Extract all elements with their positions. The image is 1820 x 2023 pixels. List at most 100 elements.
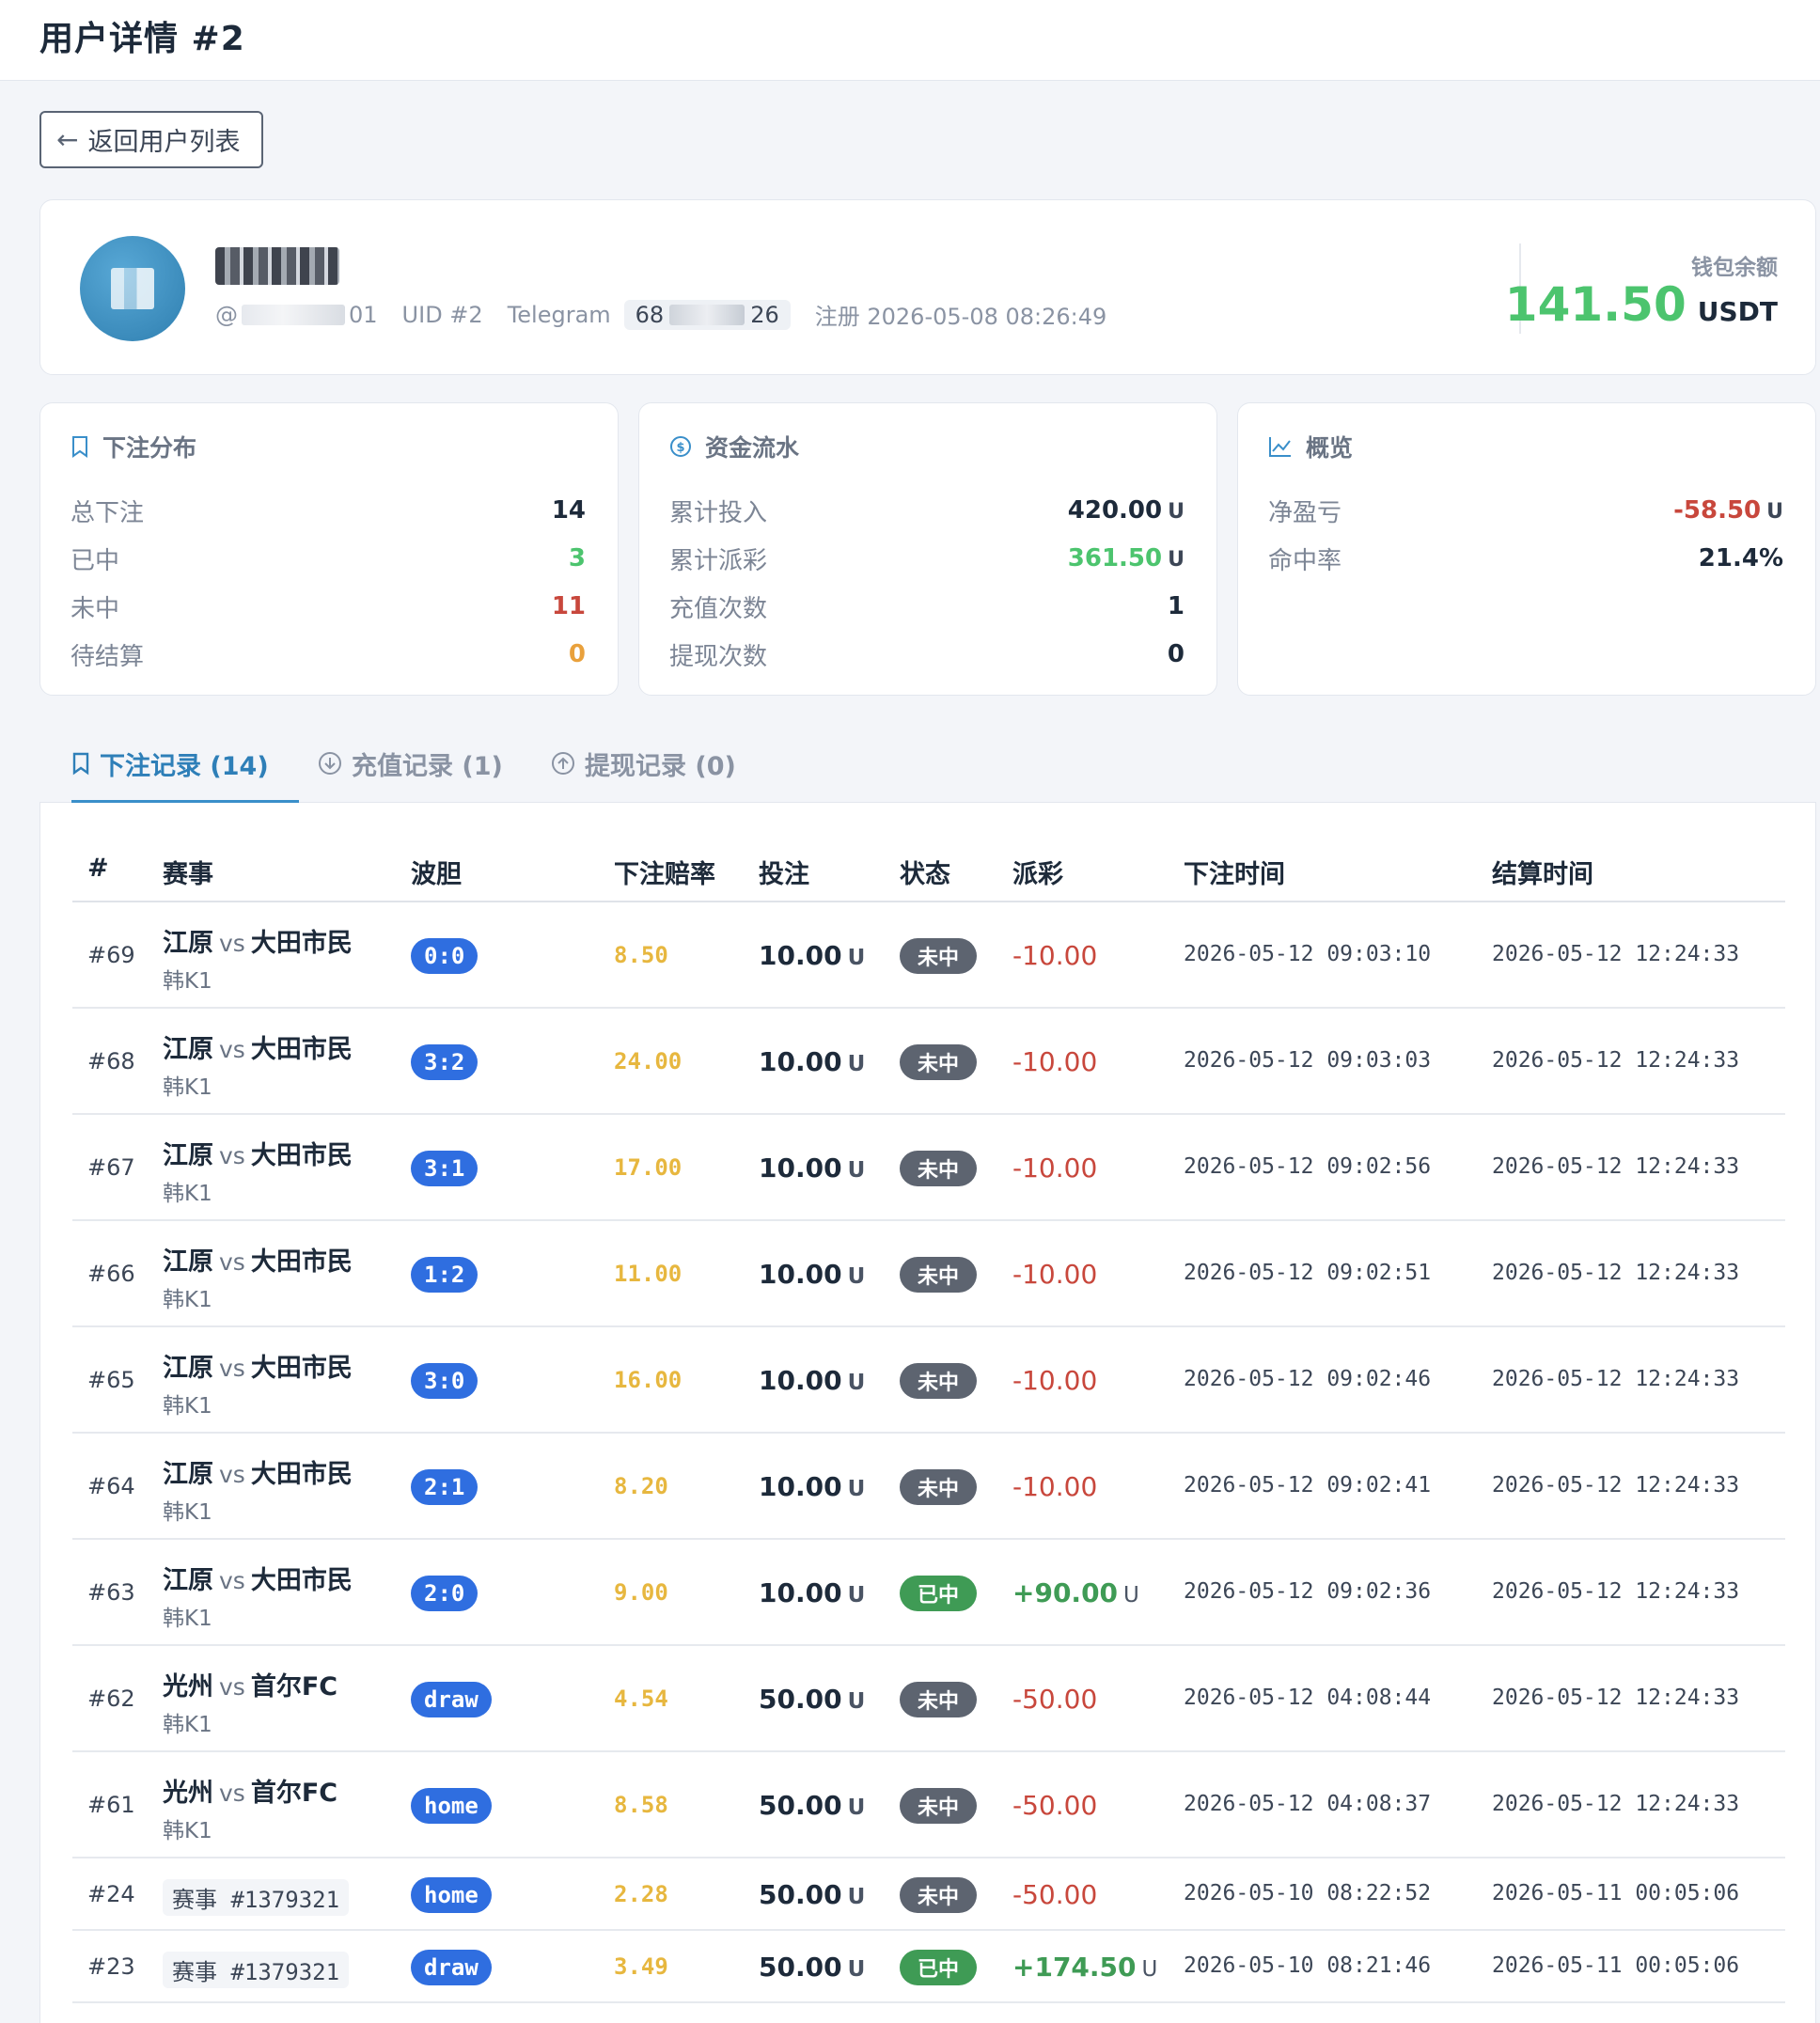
- status-badge: 未中: [900, 1043, 977, 1080]
- table-row[interactable]: #62 光州 vs 首尔FC 韩K1 draw 4.54 50.00 U 未中 -50.00 2026…: [72, 1646, 1785, 1752]
- tab-bet-records[interactable]: 下注记录 (14): [71, 724, 299, 804]
- table-row[interactable]: #63 江原 vs 大田市民 韩K1 2:0 9.00 10.00 U 已中 +90.00 U 2026…: [72, 1540, 1785, 1646]
- table-row[interactable]: #65 江原 vs 大田市民 韩K1 3:0 16.00 10.00 U 未中 -10.00 2026…: [72, 1327, 1785, 1434]
- payout-amount: -10.00: [1012, 1365, 1097, 1396]
- bookmark-icon: [72, 752, 89, 776]
- league-name: 韩K1: [163, 1606, 212, 1631]
- stake-unit: U: [847, 1476, 866, 1501]
- tab-deposit-records[interactable]: 充值记录 (1): [318, 724, 503, 803]
- stake-amount: 10.00 U: [759, 1471, 865, 1502]
- bet-time: 2026-05-12 09:02:41: [1184, 1472, 1432, 1498]
- payout-amount: -10.00: [1012, 940, 1097, 971]
- back-to-user-list-button[interactable]: ← 返回用户列表: [39, 111, 263, 168]
- payout-amount: -10.00: [1012, 1046, 1097, 1077]
- match-ref: 赛事 #1379321: [163, 1951, 350, 1988]
- col-id: #: [87, 854, 109, 883]
- table-row[interactable]: #23 赛事 #1379321 draw 3.49 50.00 U 已中 +174.50 U 20…: [72, 1931, 1785, 2003]
- user-handle: @ 01: [215, 301, 378, 328]
- svg-text:$: $: [676, 441, 684, 455]
- bet-odds: 4.54: [614, 1685, 668, 1712]
- table-row[interactable]: #66 江原 vs 大田市民 韩K1 1:2 11.00 10.00 U 未中 -10.00 2026…: [72, 1221, 1785, 1327]
- telegram-info: Telegram 68 26: [508, 299, 791, 330]
- bet-odds: 24.00: [614, 1047, 682, 1074]
- upload-circle-icon: [552, 752, 574, 775]
- away-team: 大田市民: [250, 1034, 353, 1064]
- status-badge: 已中: [900, 1949, 977, 1985]
- settle-time: 2026-05-12 12:24:33: [1492, 1153, 1740, 1179]
- stake-value: 50.00: [759, 1683, 842, 1715]
- bet-time: 2026-05-12 09:02:36: [1184, 1578, 1432, 1604]
- bet-id: #23: [87, 1952, 135, 1980]
- stake-value: 50.00: [759, 1951, 842, 1983]
- stat-row-lost: 未中 11: [71, 592, 586, 623]
- bookmark-icon: [72, 436, 87, 458]
- status-badge: 未中: [900, 1876, 977, 1913]
- bet-id: #66: [87, 1260, 135, 1287]
- pick-badge: draw: [411, 1681, 492, 1717]
- col-bet-time: 下注时间: [1184, 860, 1285, 889]
- stake-amount: 10.00 U: [759, 1577, 865, 1608]
- settle-time: 2026-05-12 12:24:33: [1492, 1260, 1740, 1285]
- league-name: 韩K1: [163, 1287, 212, 1312]
- match-ref: 赛事 #1379321: [163, 1878, 350, 1916]
- stake-unit: U: [847, 1582, 866, 1607]
- pick-badge: 1:2: [411, 1256, 479, 1293]
- away-team: 大田市民: [250, 1353, 353, 1383]
- col-settle-time: 结算时间: [1492, 860, 1593, 889]
- settle-time: 2026-05-12 12:24:33: [1492, 1791, 1740, 1816]
- match-title: 江原 vs 大田市民: [163, 1241, 353, 1278]
- bet-id: #61: [87, 1791, 135, 1818]
- stat-row-withdraw-count: 提现次数 0: [669, 640, 1185, 671]
- bet-odds: 11.00: [614, 1260, 682, 1287]
- payout-amount: -10.00: [1012, 1259, 1097, 1290]
- bet-time: 2026-05-10 08:21:46: [1184, 1952, 1432, 1978]
- telegram-id-pill: 68 26: [623, 299, 791, 330]
- home-team: 江原: [163, 1247, 213, 1277]
- stake-value: 10.00: [759, 1470, 842, 1502]
- user-uid: UID #2: [401, 301, 483, 328]
- away-team: 大田市民: [250, 928, 353, 958]
- arrow-left-icon: ←: [56, 124, 79, 155]
- match-title: 光州 vs 首尔FC: [163, 1666, 337, 1702]
- table-row[interactable]: #67 江原 vs 大田市民 韩K1 3:1 17.00 10.00 U 未中 -10.00 2026…: [72, 1115, 1785, 1221]
- bet-time: 2026-05-12 09:03:10: [1184, 941, 1432, 966]
- stat-row-won: 已中 3: [71, 544, 586, 575]
- payout-value: -10.00: [1012, 939, 1098, 971]
- stake-unit: U: [847, 945, 866, 970]
- bet-odds: 17.00: [614, 1153, 682, 1181]
- pick-badge: home: [411, 1876, 492, 1913]
- league-name: 韩K1: [163, 1712, 212, 1737]
- stat-row-total: 总下注 14: [71, 496, 586, 527]
- table-row[interactable]: #64 江原 vs 大田市民 韩K1 2:1 8.20 10.00 U 未中 -10.00 2026-…: [72, 1434, 1785, 1540]
- table-row[interactable]: #24 赛事 #1379321 home 2.28 50.00 U 未中 -50.00 2026…: [72, 1858, 1785, 1931]
- bet-odds: 3.49: [614, 1952, 668, 1980]
- league-name: 韩K1: [163, 1818, 212, 1843]
- pick-badge: draw: [411, 1949, 492, 1985]
- vs-label: vs: [219, 1460, 245, 1488]
- col-pick: 波胆: [411, 860, 462, 889]
- payout-amount: -10.00: [1012, 1153, 1097, 1184]
- bet-odds: 8.50: [614, 941, 668, 968]
- col-match: 赛事: [163, 860, 213, 889]
- table-row[interactable]: #61 光州 vs 首尔FC 韩K1 home 8.58 50.00 U 未中 -50.00 2026…: [72, 1752, 1785, 1858]
- away-team: 首尔FC: [250, 1778, 338, 1808]
- match-cell: 江原 vs 大田市民韩K1: [163, 1241, 353, 1313]
- status-badge: 未中: [900, 1256, 977, 1293]
- vs-label: vs: [219, 929, 245, 957]
- overview-header: 概览: [1268, 430, 1353, 463]
- bet-id: #64: [87, 1472, 135, 1499]
- settle-time: 2026-05-11 00:05:06: [1492, 1952, 1740, 1978]
- tab-withdraw-records[interactable]: 提现记录 (0): [551, 724, 736, 803]
- league-name: 韩K1: [163, 1499, 212, 1525]
- stake-unit: U: [847, 1795, 866, 1820]
- settle-time: 2026-05-12 12:24:33: [1492, 941, 1740, 966]
- match-title: 江原 vs 大田市民: [163, 1135, 353, 1171]
- match-title: 江原 vs 大田市民: [163, 1560, 353, 1596]
- stat-row-pending: 待结算 0: [71, 640, 586, 671]
- table-row[interactable]: #68 江原 vs 大田市民 韩K1 3:2 24.00 10.00 U 未中 -10.00 2026…: [72, 1009, 1785, 1115]
- stake-amount: 10.00 U: [759, 1046, 865, 1077]
- table-row[interactable]: #69 江原 vs 大田市民 韩K1 0:0 8.50 10.00 U 未中 -10.00 2026-…: [72, 902, 1785, 1009]
- match-cell: 光州 vs 首尔FC 韩K1: [163, 1772, 337, 1844]
- wallet-balance-value: 141.50: [1504, 277, 1687, 332]
- record-tabs: 下注记录 (14) 充值记录 (1) 提现记录 (0): [39, 724, 1816, 804]
